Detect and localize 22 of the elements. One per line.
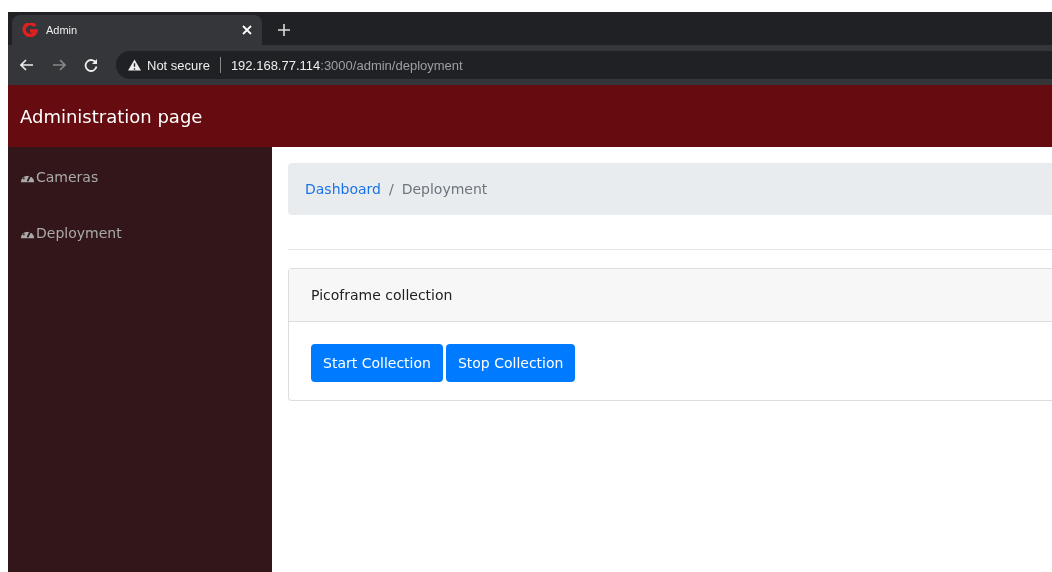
page-title: Administration page: [20, 105, 203, 127]
url-path: :3000/admin/deployment: [320, 57, 463, 73]
breadcrumb-separator: /: [388, 181, 394, 197]
close-icon[interactable]: [242, 25, 252, 35]
breadcrumb-link[interactable]: Dashboard: [305, 181, 381, 197]
sidebar-link[interactable]: Cameras: [8, 169, 272, 185]
security-label: Not secure: [147, 57, 210, 73]
tab-title: Admin: [46, 24, 79, 36]
address-bar[interactable]: Not secure 192.168.77.114:3000/admin/deployment: [116, 51, 1052, 79]
back-arrow-icon[interactable]: [20, 59, 34, 71]
url-host: 192.168.77.114: [230, 57, 321, 73]
card-title: Picoframe collection: [311, 287, 453, 303]
new-tab-icon[interactable]: [278, 24, 290, 36]
g-logo-icon: [22, 23, 38, 37]
browser-tab[interactable]: Admin: [12, 15, 262, 45]
reload-icon[interactable]: [84, 58, 98, 72]
collection-button[interactable]: Start Collection: [311, 344, 443, 382]
collection-button[interactable]: Stop Collection: [445, 344, 576, 382]
sidebar-link[interactable]: Deployment: [8, 225, 272, 241]
forward-arrow-icon[interactable]: [52, 59, 66, 71]
breadcrumb-current: Deployment: [401, 181, 488, 197]
warning-icon: [128, 59, 141, 71]
